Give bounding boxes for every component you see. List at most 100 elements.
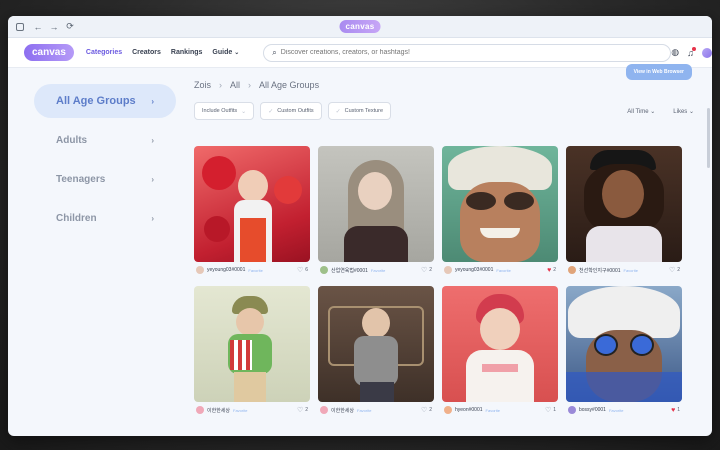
creator-name[interactable]: 이한한세상	[331, 407, 354, 414]
like-button[interactable]: ♡ 2	[297, 406, 308, 414]
nav-rankings[interactable]: Rankings	[171, 49, 203, 56]
creator-name[interactable]: yeyoung03#0001	[207, 267, 245, 273]
main-area: All Age Groups › Adults › Teenagers › Ch…	[8, 64, 712, 436]
breadcrumb: Zois › All › All Age Groups	[194, 80, 712, 90]
creation-card[interactable]: 이한한세상 Favorite ♡ 2	[194, 286, 310, 418]
sort-label: All Time	[627, 108, 649, 115]
creation-card[interactable]: hyeon#0001 Favorite ♡ 1	[442, 286, 558, 418]
nav-creators[interactable]: Creators	[132, 49, 161, 56]
sort-time-dropdown[interactable]: All Time ⌄	[627, 108, 655, 115]
heart-icon: ♡	[668, 267, 676, 274]
sidebar-item-label: Adults	[56, 134, 88, 146]
heart-icon: ♡	[544, 407, 552, 414]
sidebar: All Age Groups › Adults › Teenagers › Ch…	[8, 68, 194, 436]
sort-label: Likes	[673, 108, 688, 115]
creator-name[interactable]: bossy#0001	[579, 407, 606, 413]
card-meta: 산업연육법#0001 Favorite ♡ 2	[318, 262, 434, 278]
avatar[interactable]	[196, 406, 204, 414]
bell-icon[interactable]: ♫	[687, 46, 696, 58]
like-button[interactable]: ♥ 1	[671, 407, 680, 414]
avatar[interactable]	[568, 266, 576, 274]
avatar[interactable]	[701, 47, 712, 58]
creation-card[interactable]: 천선학인지구#0001 Favorite ♡ 2	[566, 146, 682, 278]
avatar[interactable]	[568, 406, 576, 414]
creation-card[interactable]: yeyoung03#0001 Favorite ♡ 6	[194, 146, 310, 278]
card-meta: 이한한세상 Favorite ♡ 2	[318, 402, 434, 418]
like-button[interactable]: ♥ 2	[547, 267, 556, 274]
sidebar-item-teenagers[interactable]: Teenagers ›	[34, 162, 176, 196]
card-meta: hyeon#0001 Favorite ♡ 1	[442, 402, 558, 418]
breadcrumb-all[interactable]: All	[230, 80, 240, 90]
brand-logo[interactable]: canvas	[24, 44, 74, 61]
favorite-badge: Favorite	[608, 407, 624, 413]
creation-image[interactable]	[566, 146, 682, 262]
globe-icon[interactable]: ◍	[671, 47, 679, 58]
top-icons: ◍ ♫ ⌄	[671, 46, 712, 58]
creator-name[interactable]: hyeon#0001	[455, 407, 483, 413]
chevron-down-icon: ⌄	[241, 108, 247, 115]
sidebar-item-all-age-groups[interactable]: All Age Groups ›	[34, 84, 176, 118]
nav-guide[interactable]: Guide ⌄	[212, 49, 239, 56]
favorite-badge: Favorite	[496, 267, 511, 273]
search-bar[interactable]: ⌕	[263, 43, 672, 62]
top-navigation: canvas Categories Creators Rankings Guid…	[8, 38, 712, 68]
creator-name[interactable]: 이한한세상	[207, 407, 230, 414]
like-button[interactable]: ♡ 2	[669, 266, 680, 274]
filter-custom-outfits[interactable]: ✓ Custom Outfits	[260, 102, 322, 120]
avatar[interactable]	[320, 406, 328, 414]
card-meta: 이한한세상 Favorite ♡ 2	[194, 402, 310, 418]
creator-name[interactable]: 산업연육법#0001	[331, 267, 368, 274]
card-meta: yeyoung03#0001 Favorite ♥ 2	[442, 262, 558, 278]
creation-grid: yeyoung03#0001 Favorite ♡ 6 산업연육법#0001 F…	[194, 146, 712, 418]
filter-custom-texture[interactable]: ✓ Custom Texture	[327, 102, 392, 120]
forward-icon[interactable]: →	[46, 22, 62, 32]
avatar[interactable]	[196, 266, 204, 274]
chevron-right-icon: ›	[248, 80, 252, 90]
back-icon[interactable]: ←	[30, 22, 46, 32]
window-icon[interactable]	[16, 22, 24, 31]
creation-image[interactable]	[566, 286, 682, 402]
sidebar-item-adults[interactable]: Adults ›	[34, 123, 176, 157]
sort-order-dropdown[interactable]: Likes ⌄	[673, 108, 694, 115]
avatar[interactable]	[444, 266, 452, 274]
view-in-web-browser-button[interactable]: View in Web Browser	[625, 64, 692, 80]
sidebar-item-label: Children	[56, 212, 97, 224]
avatar[interactable]	[320, 266, 328, 274]
creation-image[interactable]	[194, 146, 310, 262]
chrome-logo: canvas	[339, 20, 381, 33]
like-count: 1	[553, 407, 556, 413]
chevron-down-icon: ⌄	[234, 50, 240, 56]
filter-label: Include Outfits	[202, 108, 238, 114]
card-meta: 천선학인지구#0001 Favorite ♡ 2	[566, 262, 682, 278]
creation-image[interactable]	[194, 286, 310, 402]
avatar[interactable]	[444, 406, 452, 414]
reload-icon[interactable]: ⟳	[62, 21, 78, 32]
breadcrumb-zois[interactable]: Zois	[194, 80, 211, 90]
creation-image[interactable]	[318, 286, 434, 402]
creation-card[interactable]: yeyoung03#0001 Favorite ♥ 2	[442, 146, 558, 278]
sidebar-item-label: All Age Groups	[56, 95, 136, 107]
check-icon: ✓	[268, 108, 274, 115]
like-button[interactable]: ♡ 1	[545, 406, 556, 414]
like-button[interactable]: ♡ 6	[297, 266, 308, 274]
sidebar-item-children[interactable]: Children ›	[34, 201, 176, 235]
creator-name[interactable]: 천선학인지구#0001	[579, 267, 621, 274]
creation-card[interactable]: 산업연육법#0001 Favorite ♡ 2	[318, 146, 434, 278]
creation-card[interactable]: bossy#0001 Favorite ♥ 1	[566, 286, 682, 418]
filter-include-outfits[interactable]: Include Outfits ⌄	[194, 102, 255, 120]
creation-card[interactable]: 이한한세상 Favorite ♡ 2	[318, 286, 434, 418]
favorite-badge: Favorite	[370, 267, 386, 273]
creation-image[interactable]	[442, 286, 558, 402]
chevron-right-icon: ›	[151, 96, 154, 106]
creator-name[interactable]: yeyoung03#0001	[455, 267, 493, 273]
creation-image[interactable]	[318, 146, 434, 262]
chevron-right-icon: ›	[219, 80, 223, 90]
like-button[interactable]: ♡ 2	[421, 266, 432, 274]
creation-image[interactable]	[442, 146, 558, 262]
search-input[interactable]	[280, 49, 663, 56]
search-icon: ⌕	[272, 47, 277, 57]
like-button[interactable]: ♡ 2	[421, 406, 432, 414]
nav-categories[interactable]: Categories	[86, 49, 122, 56]
scrollbar[interactable]	[707, 108, 710, 168]
chevron-right-icon: ›	[151, 213, 154, 223]
